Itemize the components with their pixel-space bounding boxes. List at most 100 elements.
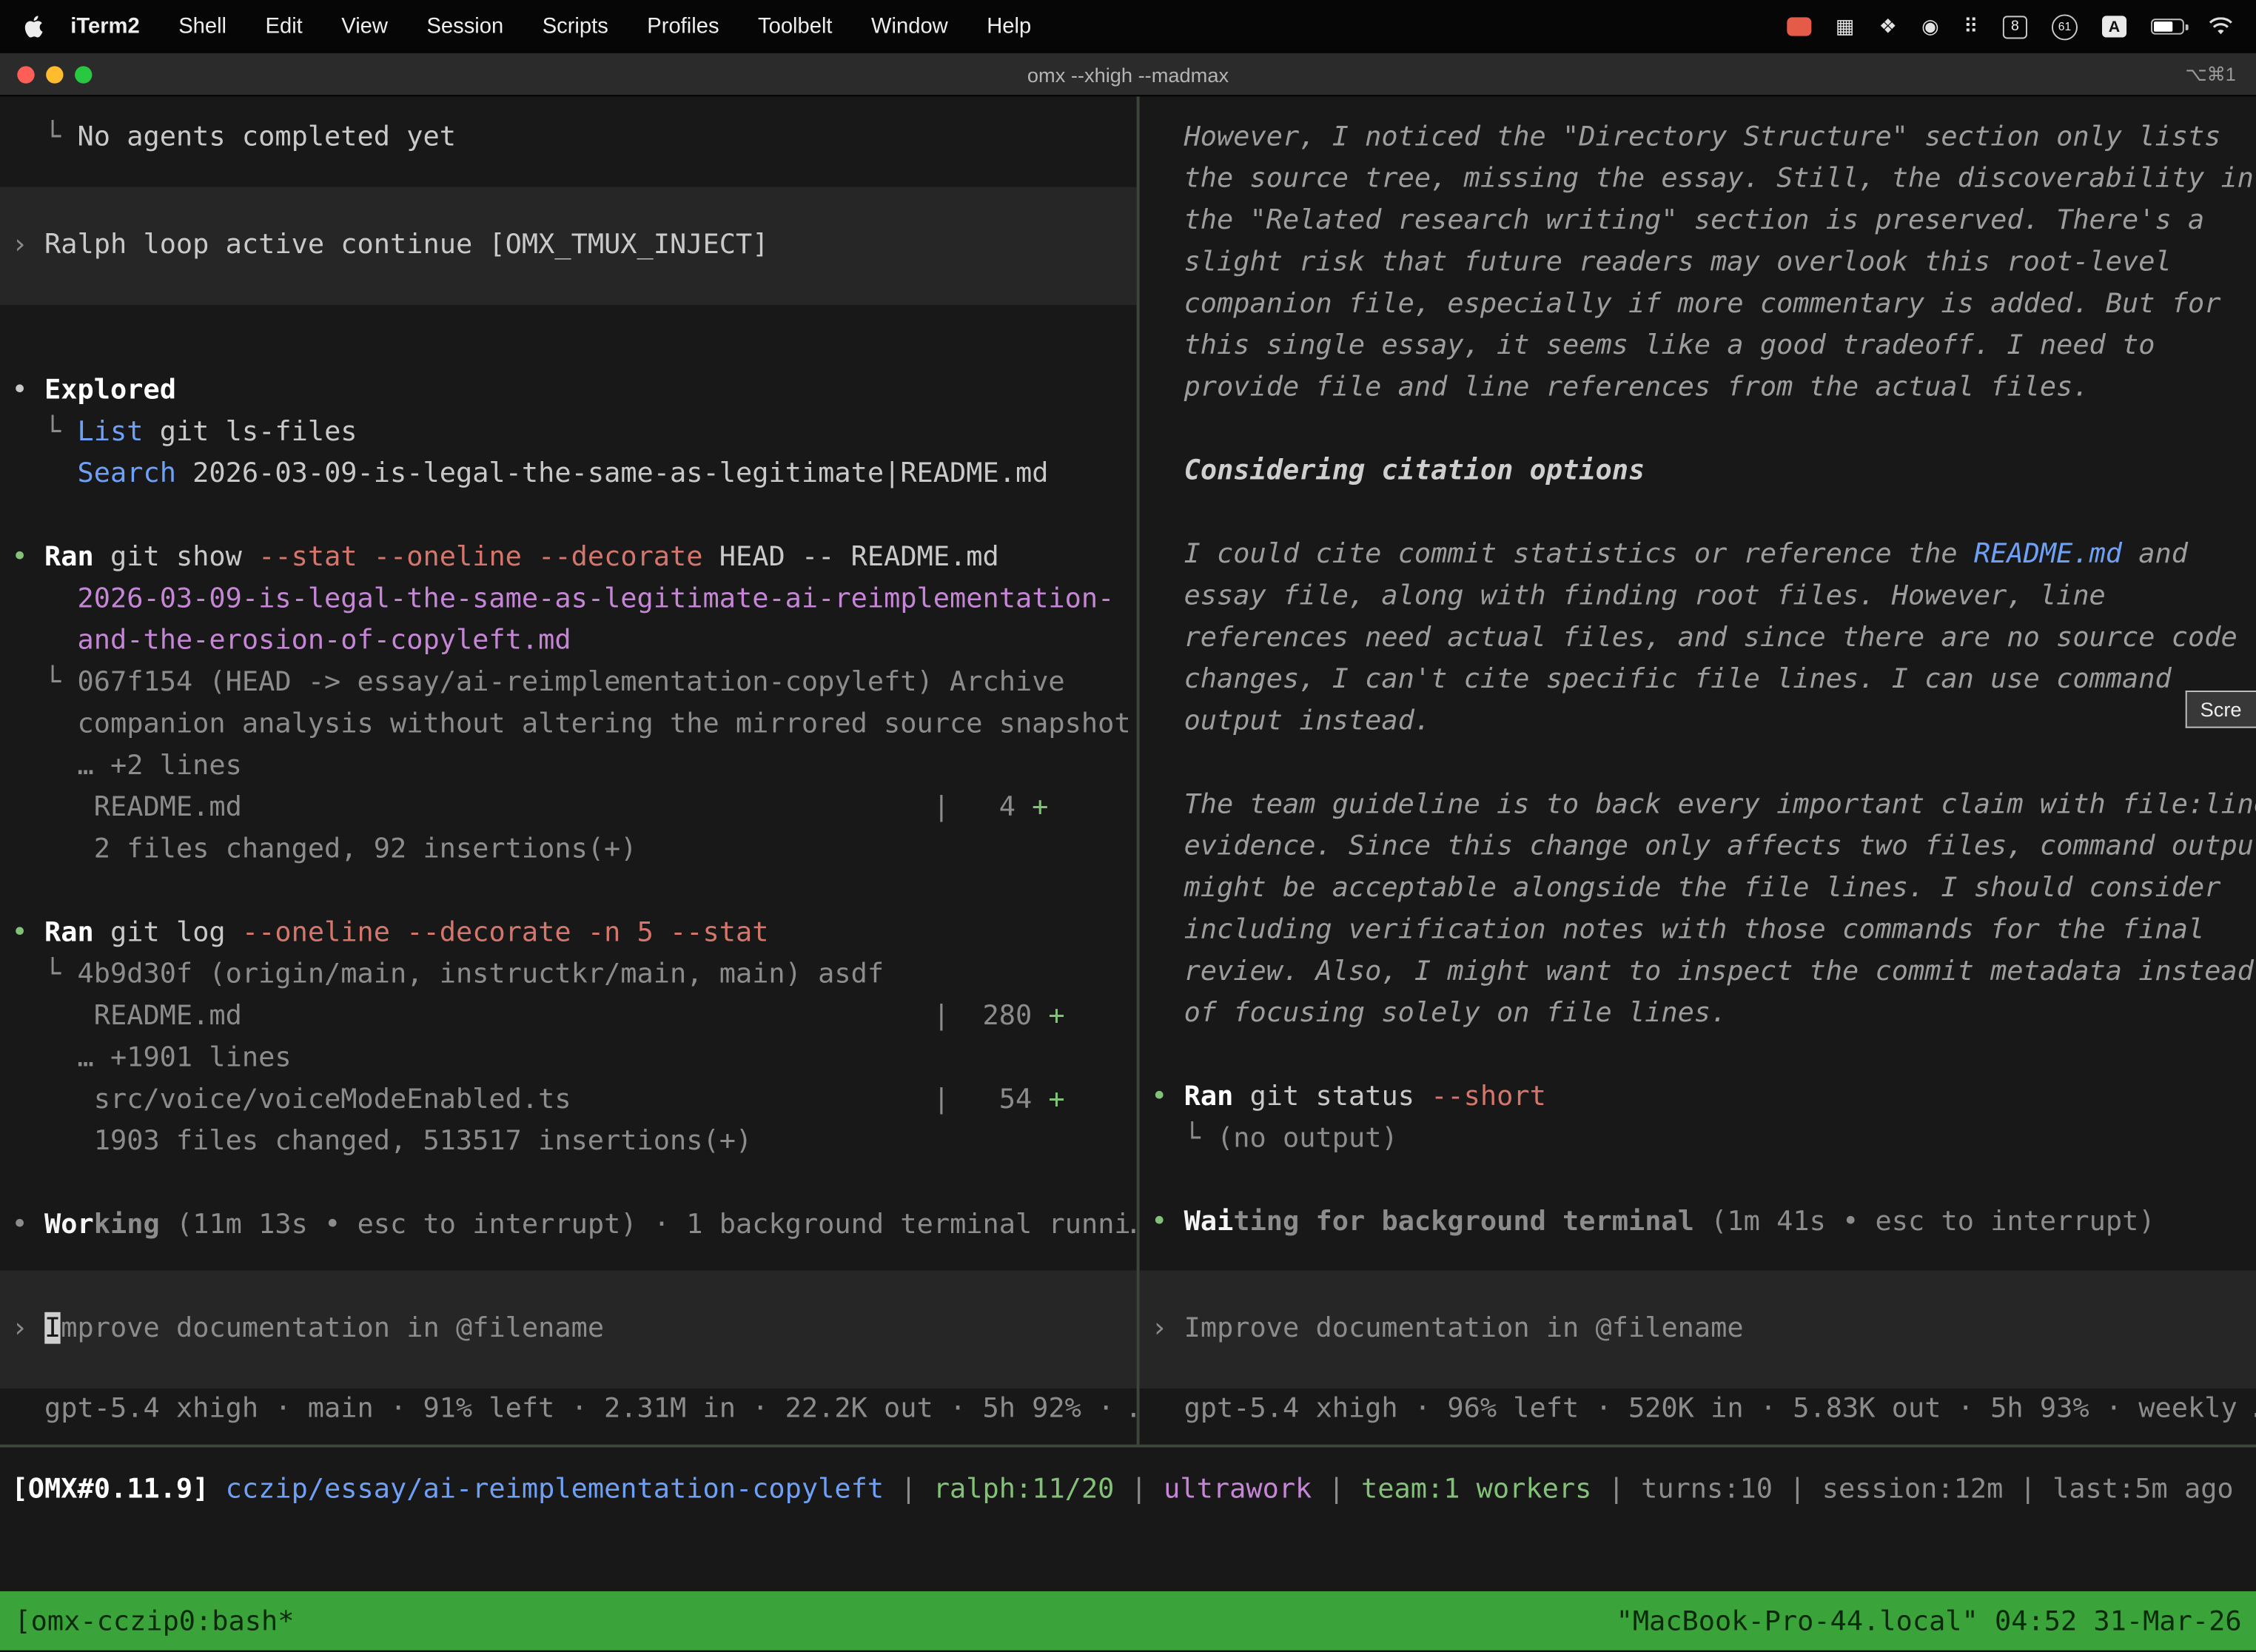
terminal-line: provide file and line references from th…	[1140, 367, 2256, 409]
terminal-line: including verification notes with those …	[1140, 910, 2256, 951]
terminal-line: slight risk that future readers may over…	[1140, 242, 2256, 283]
circle-app-icon[interactable]: ◉	[1921, 14, 1939, 38]
agent-transcript: • Explored └ List git ls-files Search 20…	[0, 370, 1137, 1246]
terminal-line: The team guideline is to back every impo…	[1140, 784, 2256, 825]
terminal-line: the "Related research writing" section i…	[1140, 200, 2256, 241]
tmux-panes: └ No agents completed yet › Ralph loop a…	[0, 96, 2256, 1444]
menu-profiles[interactable]: Profiles	[647, 14, 719, 38]
minimize-window-button[interactable]	[46, 65, 63, 82]
terminal-line: However, I noticed the "Directory Struct…	[1140, 116, 2256, 158]
terminal-line: 2026-03-09-is-legal-the-same-as-legitima…	[0, 578, 1137, 620]
keycap-8-icon[interactable]: 8	[2003, 15, 2027, 38]
omx-status-line: [OMX#0.11.9] cczip/essay/ai-reimplementa…	[0, 1469, 2256, 1511]
agent-status-line: gpt-5.4 xhigh · 96% left · 520K in · 5.8…	[1140, 1389, 2256, 1445]
terminal-line: the source tree, missing the essay. Stil…	[1140, 158, 2256, 200]
agent-status-line: gpt-5.4 xhigh · main · 91% left · 2.31M …	[0, 1389, 1137, 1445]
terminal-line: • Ran git status --short	[1140, 1076, 2256, 1118]
terminal-line: I could cite commit statistics or refere…	[1140, 534, 2256, 575]
menu-bar-status-icons: ▦ ❖ ◉ ⠿ 8 61 A	[1787, 13, 2233, 39]
terminal-line: └ List git ls-files	[0, 412, 1137, 453]
terminal-line: README.md | 4 +	[0, 787, 1137, 828]
zoom-window-button[interactable]	[75, 65, 92, 82]
prompt-input[interactable]: › Improve documentation in @filename	[0, 1270, 1137, 1388]
terminal-line: this single essay, it seems like a good …	[1140, 325, 2256, 366]
terminal-line	[0, 870, 1137, 912]
terminal-line: └ 067f154 (HEAD -> essay/ai-reimplementa…	[0, 662, 1137, 703]
terminal-line: 1903 files changed, 513517 insertions(+)	[0, 1121, 1137, 1162]
terminal-line: └ 4b9d30f (origin/main, instructkr/main,…	[0, 954, 1137, 995]
terminal-line	[0, 1163, 1137, 1204]
terminal-line: … +1901 lines	[0, 1038, 1137, 1079]
terminal-line: └ (no output)	[1140, 1118, 2256, 1159]
terminal-line	[1140, 742, 2256, 784]
wifi-icon[interactable]	[2209, 17, 2233, 36]
terminal-line: might be acceptable alongside the file l…	[1140, 867, 2256, 909]
menu-iterm2[interactable]: iTerm2	[70, 14, 139, 38]
menu-edit[interactable]: Edit	[266, 14, 303, 38]
menu-scripts[interactable]: Scripts	[543, 14, 608, 38]
tmux-session-window: [omx-cczip0:bash*	[14, 1605, 294, 1636]
window-shortcut-badge: ⌥⌘1	[2185, 63, 2256, 86]
terminal-line: › Ralph loop active continue [OMX_TMUX_I…	[0, 224, 1137, 266]
terminal-line: of focusing solely on file lines.	[1140, 993, 2256, 1034]
terminal-line: evidence. Since this change only affects…	[1140, 826, 2256, 867]
terminal-line: changes, I can't cite specific file line…	[1140, 659, 2256, 700]
close-window-button[interactable]	[17, 65, 34, 82]
input-source-icon[interactable]: A	[2102, 16, 2126, 37]
terminal-line: › Improve documentation in @filename	[0, 1308, 1137, 1349]
right-terminal-pane[interactable]: However, I noticed the "Directory Struct…	[1140, 96, 2256, 1444]
apps-grid-icon[interactable]: ⠿	[1964, 14, 1978, 38]
terminal-line: output instead.	[1140, 701, 2256, 742]
menu-view[interactable]: View	[341, 14, 388, 38]
menu-session[interactable]: Session	[426, 14, 503, 38]
terminal-line: • Waiting for background terminal (1m 41…	[1140, 1201, 2256, 1243]
screen-recording-indicator-icon[interactable]	[1787, 17, 1811, 36]
battery-icon[interactable]	[2151, 19, 2184, 34]
grid-app-icon[interactable]: ▦	[1836, 14, 1855, 38]
terminal-line	[1140, 1035, 2256, 1076]
diamond-app-icon[interactable]: ❖	[1879, 14, 1897, 38]
terminal-line: • Explored	[0, 370, 1137, 412]
menu-shell[interactable]: Shell	[178, 14, 226, 38]
terminal-line	[1140, 492, 2256, 534]
menu-help[interactable]: Help	[987, 14, 1031, 38]
terminal-line: README.md | 280 +	[0, 995, 1137, 1037]
terminal-line: companion analysis without altering the …	[0, 704, 1137, 745]
menu-toolbelt[interactable]: Toolbelt	[758, 14, 833, 38]
screen-edge-tooltip: Scre	[2186, 691, 2256, 728]
agent-intro-lines: └ No agents completed yet	[0, 116, 1137, 158]
terminal-line: … +2 lines	[0, 745, 1137, 787]
terminal-line: • Working (11m 13s • esc to interrupt) ·…	[0, 1204, 1137, 1246]
terminal-line: • Ran git show --stat --oneline --decora…	[0, 537, 1137, 578]
terminal-line: essay file, along with finding root file…	[1140, 576, 2256, 617]
terminal-line: › Improve documentation in @filename	[1140, 1308, 2256, 1349]
window-title: omx --xhigh --madmax	[0, 63, 2256, 86]
apple-menu-icon[interactable]	[23, 14, 44, 38]
prompt-input[interactable]: › Improve documentation in @filename	[1140, 1270, 2256, 1388]
terminal-line: └ No agents completed yet	[0, 116, 1137, 158]
terminal-line: references need actual files, and since …	[1140, 617, 2256, 659]
terminal-line: src/voice/voiceModeEnabled.ts | 54 +	[0, 1079, 1137, 1121]
tmux-host-clock: "MacBook-Pro-44.local" 04:52 31-Mar-26	[1617, 1605, 2242, 1636]
terminal-line: gpt-5.4 xhigh · 96% left · 520K in · 5.8…	[1140, 1389, 2256, 1430]
terminal-line: • Ran git log --oneline --decorate -n 5 …	[0, 912, 1137, 953]
terminal-line: [OMX#0.11.9] cczip/essay/ai-reimplementa…	[0, 1469, 2256, 1511]
screen: iTerm2 Shell Edit View Session Scripts P…	[0, 0, 2256, 1652]
tmux-inject-box[interactable]: › Ralph loop active continue [OMX_TMUX_I…	[0, 187, 1137, 305]
terminal-line: review. Also, I might want to inspect th…	[1140, 951, 2256, 993]
window-title-bar[interactable]: omx --xhigh --madmax ⌥⌘1	[0, 53, 2256, 96]
terminal-line: and-the-erosion-of-copyleft.md	[0, 620, 1137, 662]
terminal-line	[0, 495, 1137, 537]
battery-gauge-icon[interactable]: 61	[2052, 13, 2078, 39]
terminal-line	[1140, 1160, 2256, 1201]
macos-menu-bar: iTerm2 Shell Edit View Session Scripts P…	[0, 0, 2256, 53]
traffic-lights	[0, 65, 92, 82]
terminal-line: Search 2026-03-09-is-legal-the-same-as-l…	[0, 453, 1137, 494]
omx-status-pane[interactable]: [OMX#0.11.9] cczip/essay/ai-reimplementa…	[0, 1445, 2256, 1591]
left-terminal-pane[interactable]: └ No agents completed yet › Ralph loop a…	[0, 96, 1140, 1444]
terminal-line: 2 files changed, 92 insertions(+)	[0, 829, 1137, 870]
terminal-line	[1140, 409, 2256, 450]
menu-window[interactable]: Window	[871, 14, 948, 38]
terminal-line: Considering citation options	[1140, 450, 2256, 491]
terminal-line: gpt-5.4 xhigh · main · 91% left · 2.31M …	[0, 1389, 1137, 1430]
